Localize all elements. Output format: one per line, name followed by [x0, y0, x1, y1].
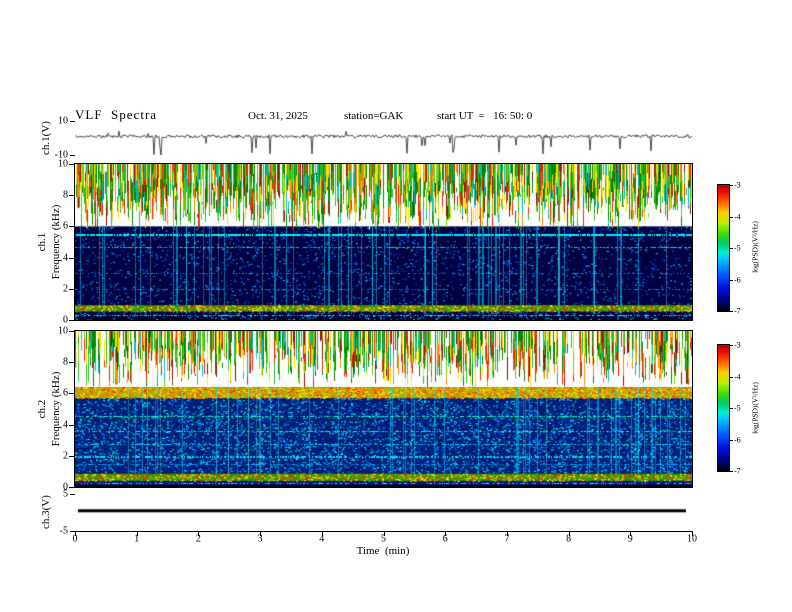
colorbar2-tick-label: -3	[734, 340, 741, 350]
x-tick-mark	[506, 531, 508, 536]
colorbar-2-label: log(PSD)(V²/Hz)	[750, 382, 760, 434]
colorbar2-tick-mark	[729, 345, 733, 346]
colorbar2-tick-label: -7	[734, 466, 741, 476]
colorbar-1-gradient	[718, 185, 729, 311]
ch2-freq-tick-label: 8	[63, 356, 68, 368]
ch3-axis-label: ch.3(V)	[40, 495, 52, 529]
colorbar2-tick-mark	[729, 408, 733, 409]
x-tick-mark	[692, 531, 693, 536]
colorbar1-tick-mark	[729, 248, 733, 249]
colorbar1-tick-mark	[729, 311, 733, 312]
x-tick-mark	[136, 531, 138, 536]
colorbar2-tick-mark	[729, 471, 733, 472]
x-tick-mark	[445, 531, 447, 536]
ch1-waveform-plot	[75, 121, 692, 155]
ch1-wave-tick-mark	[70, 155, 75, 156]
x-tick-mark	[383, 531, 385, 536]
ch2-spectrogram-plot	[74, 330, 693, 488]
colorbar1-tick-mark	[729, 216, 733, 218]
colorbar1-tick-label: -6	[734, 275, 741, 284]
x-tick-mark	[321, 531, 323, 536]
ch1-wave-tick-label: -10	[54, 149, 68, 161]
x-tick-mark	[260, 531, 262, 536]
ch1-freq-tick-label: 0	[63, 314, 68, 326]
ch3-tick-label: 5	[63, 488, 68, 500]
ch1-freq-tick-mark	[69, 320, 75, 321]
colorbar-1-label: log(PSD)(V²/Hz)	[750, 221, 760, 273]
ch1-freq-tick-label: 4	[63, 252, 68, 264]
colorbar2-tick-mark	[729, 376, 733, 378]
ch3-plot	[75, 494, 692, 531]
ch2-spec-channel-label: ch.2	[36, 399, 48, 419]
ch2-spec-freq-axis-label: Frequency (kHz)	[50, 371, 62, 447]
ch2-freq-tick-label: 10	[58, 325, 68, 337]
ch3-tick-label: -5	[59, 525, 68, 537]
colorbar2-tick-label: -5	[734, 403, 741, 413]
x-tick-mark	[198, 531, 200, 536]
ch1-freq-tick-label: 6	[63, 220, 68, 232]
ch1-freq-tick-mark	[69, 288, 75, 290]
ch2-freq-tick-label: 6	[63, 387, 68, 399]
vlf-spectra-figure: VLF Spectra Oct. 31, 2025 station=GAK st…	[0, 0, 792, 612]
colorbar1-tick-label: -5	[734, 243, 741, 253]
ch2-freq-tick-mark	[69, 424, 75, 426]
ch1-wave-axis-label: ch.1(V)	[40, 121, 52, 155]
x-tick-mark	[75, 531, 76, 536]
colorbar1-tick-label: -4	[734, 212, 741, 221]
ch1-freq-tick-mark	[69, 257, 75, 259]
ch2-freq-tick-mark	[69, 393, 75, 395]
ch1-spec-channel-label: ch.1	[36, 232, 48, 252]
colorbar1-tick-label: -3	[734, 180, 741, 190]
colorbar-2-gradient	[718, 345, 729, 471]
time-axis-label: Time (min)	[356, 545, 410, 557]
ch1-wave-tick-mark	[70, 121, 75, 122]
ch3-tick-mark	[70, 531, 75, 532]
ch1-freq-tick-mark	[69, 195, 75, 197]
x-tick-mark	[630, 531, 632, 536]
colorbar2-tick-label: -6	[734, 435, 741, 444]
ch3-tick-mark	[70, 494, 75, 495]
x-tick-mark	[568, 531, 570, 536]
ch2-freq-tick-mark	[69, 455, 75, 457]
ch2-freq-tick-mark	[69, 362, 75, 364]
colorbar1-tick-mark	[729, 185, 733, 186]
colorbar2-tick-label: -4	[734, 372, 741, 381]
colorbar2-tick-mark	[729, 439, 733, 441]
ch1-freq-tick-mark	[69, 164, 75, 165]
ch2-freq-tick-label: 4	[63, 419, 68, 431]
ch2-freq-tick-mark	[69, 487, 75, 488]
colorbar1-tick-label: -7	[734, 306, 741, 316]
ch1-freq-tick-label: 8	[63, 189, 68, 201]
ch1-spectrogram-plot	[74, 163, 693, 321]
ch1-freq-tick-label: 2	[63, 283, 68, 295]
ch1-wave-tick-label: 10	[58, 115, 68, 127]
ch1-spec-freq-axis-label: Frequency (kHz)	[50, 204, 62, 280]
colorbar1-tick-mark	[729, 279, 733, 281]
ch2-freq-tick-mark	[69, 331, 75, 332]
ch1-freq-tick-mark	[69, 226, 75, 228]
ch2-freq-tick-label: 2	[63, 450, 68, 462]
